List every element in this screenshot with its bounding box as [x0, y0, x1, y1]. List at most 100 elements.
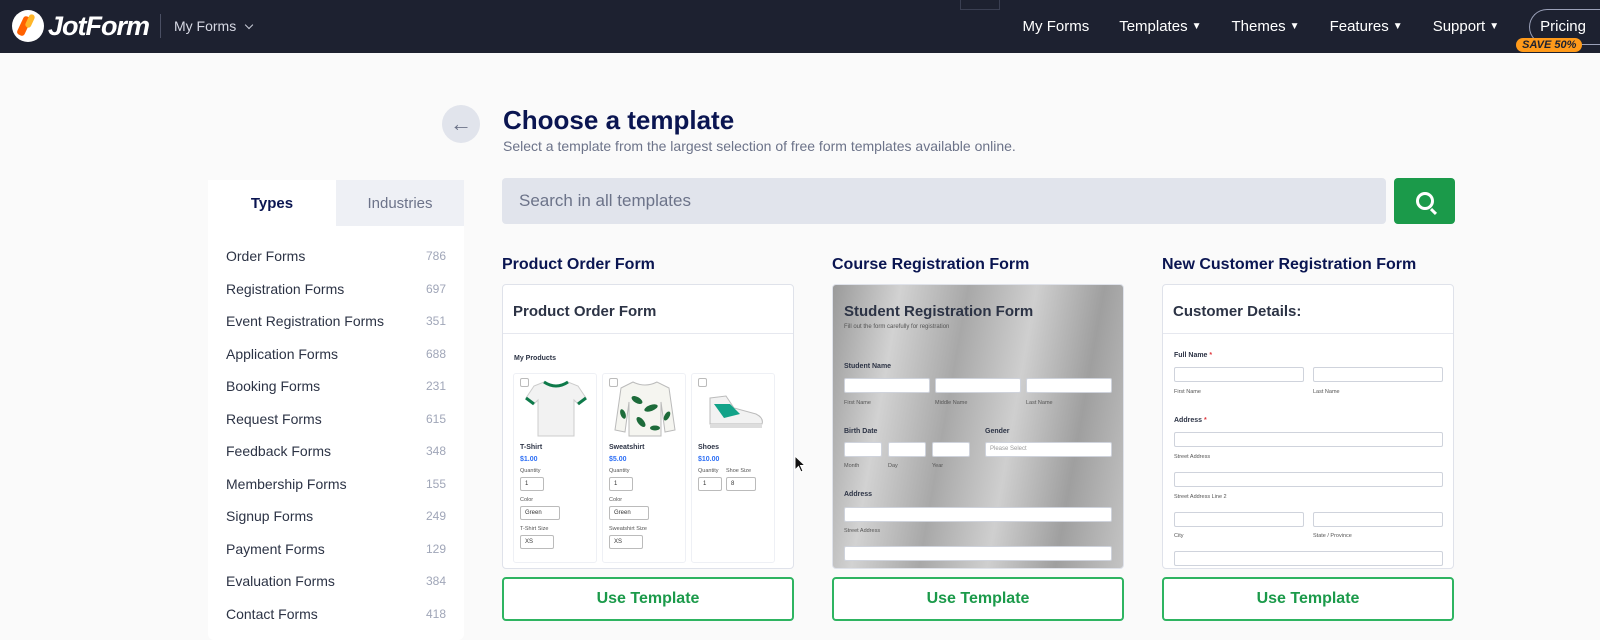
year-select[interactable]: [932, 442, 970, 457]
preview-form-title: Student Registration Form: [844, 303, 1034, 320]
category-item[interactable]: Evaluation Forms 384: [208, 565, 464, 598]
color-select[interactable]: Green: [609, 506, 649, 520]
nav-templates[interactable]: Templates ▼: [1119, 18, 1201, 35]
sublabel: Street Address: [844, 528, 881, 534]
product-tshirt: T-Shirt $1.00 Quantity 1 Color Green T-S…: [513, 373, 597, 563]
first-name-input[interactable]: [1174, 367, 1304, 382]
use-template-button[interactable]: Use Template: [832, 577, 1124, 621]
size-label: Shoe Size: [726, 468, 752, 474]
category-count: 615: [425, 411, 446, 426]
field-label: Student Name: [844, 363, 892, 370]
category-list: Order Forms 786 Registration Forms 697 Event…: [208, 226, 464, 630]
month-select[interactable]: [844, 442, 882, 457]
street-address-input[interactable]: [844, 507, 1112, 522]
street-address-input[interactable]: [1174, 432, 1443, 447]
use-template-button[interactable]: Use Template: [1162, 577, 1454, 621]
template-preview[interactable]: Student Registration Form Fill out the f…: [832, 284, 1124, 569]
gender-select[interactable]: Please Select: [985, 442, 1112, 457]
category-item[interactable]: Order Forms 786: [208, 240, 464, 273]
tab-industries[interactable]: Industries: [336, 180, 464, 226]
category-item[interactable]: Contact Forms 418: [208, 598, 464, 631]
category-item[interactable]: Registration Forms 697: [208, 273, 464, 306]
field-label: Gender: [985, 428, 1010, 435]
category-count: 249: [425, 509, 446, 524]
nav-support[interactable]: Support ▼: [1433, 18, 1499, 35]
category-label: Contact Forms: [226, 605, 318, 622]
search-placeholder: Search in all templates: [519, 191, 691, 210]
product-price: $5.00: [609, 456, 627, 463]
color-label: Color: [520, 497, 534, 503]
nav-label: Pricing: [1540, 18, 1586, 35]
nav-label: Features: [1329, 18, 1389, 35]
last-name-input[interactable]: [1313, 367, 1443, 382]
category-item[interactable]: Membership Forms 155: [208, 468, 464, 501]
color-select[interactable]: Green: [520, 506, 560, 520]
tab-types[interactable]: Types: [208, 180, 336, 226]
sublabel: State / Province: [1313, 533, 1352, 539]
category-count: 231: [425, 379, 446, 394]
template-card-product-order: Product Order Form Product Order Form My…: [502, 256, 794, 621]
qty-select[interactable]: 1: [609, 477, 633, 491]
category-label: Evaluation Forms: [226, 573, 335, 590]
state-input[interactable]: [1313, 512, 1443, 527]
category-item[interactable]: Payment Forms 129: [208, 533, 464, 566]
category-count: 418: [425, 606, 446, 621]
required-mark: *: [1209, 352, 1213, 359]
nav-label: Support: [1432, 18, 1486, 35]
category-label: Order Forms: [226, 248, 306, 265]
qty-label: Quantity: [698, 468, 719, 474]
day-select[interactable]: [888, 442, 926, 457]
category-item[interactable]: Signup Forms 249: [208, 500, 464, 533]
caret-down-icon: ▼: [1289, 21, 1300, 32]
nav-themes[interactable]: Themes ▼: [1231, 18, 1299, 35]
qty-select[interactable]: 1: [698, 477, 722, 491]
nav-my-forms[interactable]: My Forms: [1023, 18, 1090, 35]
nav-features[interactable]: Features ▼: [1330, 18, 1403, 35]
use-template-button[interactable]: Use Template: [502, 577, 794, 621]
middle-name-input[interactable]: [935, 378, 1021, 393]
category-item[interactable]: Application Forms 688: [208, 338, 464, 371]
category-item[interactable]: Event Registration Forms 351: [208, 305, 464, 338]
product-name: Shoes: [698, 444, 720, 451]
postal-code-input[interactable]: [1174, 551, 1443, 566]
page-title: Choose a template: [503, 105, 735, 135]
template-preview[interactable]: Customer Details: Full Name * First Name…: [1162, 284, 1454, 569]
category-item[interactable]: Feedback Forms 348: [208, 435, 464, 468]
myforms-dropdown[interactable]: My Forms: [174, 18, 254, 34]
caret-down-icon: ▼: [1392, 21, 1403, 32]
preview-form-subtitle: Fill out the form carefully for registra…: [844, 324, 950, 330]
nav-pricing[interactable]: Pricing SAVE 50%: [1516, 8, 1600, 52]
category-count: 155: [425, 476, 446, 491]
template-preview[interactable]: Product Order Form My Products T-Shirt $…: [502, 284, 794, 569]
caret-down-icon: ▼: [1191, 21, 1202, 32]
required-mark: *: [1203, 417, 1207, 424]
product-price: $10.00: [698, 456, 720, 463]
jotform-logo[interactable]: JotForm: [12, 10, 150, 42]
last-name-input[interactable]: [1026, 378, 1112, 393]
category-count: 786: [425, 249, 446, 264]
street-address-line2-input[interactable]: [844, 546, 1112, 561]
street-address-line2-input[interactable]: [1174, 472, 1443, 487]
city-input[interactable]: [1174, 512, 1304, 527]
category-count: 688: [425, 346, 446, 361]
product-shoes: Shoes $10.00 Quantity Shoe Size 1 8: [691, 373, 775, 563]
template-search-input[interactable]: Search in all templates: [502, 178, 1386, 224]
nav-label: Themes: [1231, 18, 1286, 35]
first-name-input[interactable]: [844, 378, 930, 393]
back-button[interactable]: ←: [442, 105, 480, 143]
category-label: Registration Forms: [226, 280, 345, 297]
sublabel: Last Name: [1313, 389, 1340, 395]
category-item[interactable]: Booking Forms 231: [208, 370, 464, 403]
qty-select[interactable]: 1: [520, 477, 544, 491]
search-button[interactable]: [1394, 178, 1455, 224]
topbar-handle: [960, 0, 1000, 10]
category-count: 348: [425, 444, 446, 459]
size-select[interactable]: XS: [520, 535, 554, 549]
sublabel: Year: [932, 463, 944, 469]
category-item[interactable]: Request Forms 615: [208, 403, 464, 436]
sublabel: Last Name: [1026, 400, 1053, 406]
size-select[interactable]: 8: [726, 477, 756, 491]
category-count: 697: [425, 281, 446, 296]
size-select[interactable]: XS: [609, 535, 643, 549]
field-label: Birth Date: [844, 428, 878, 435]
